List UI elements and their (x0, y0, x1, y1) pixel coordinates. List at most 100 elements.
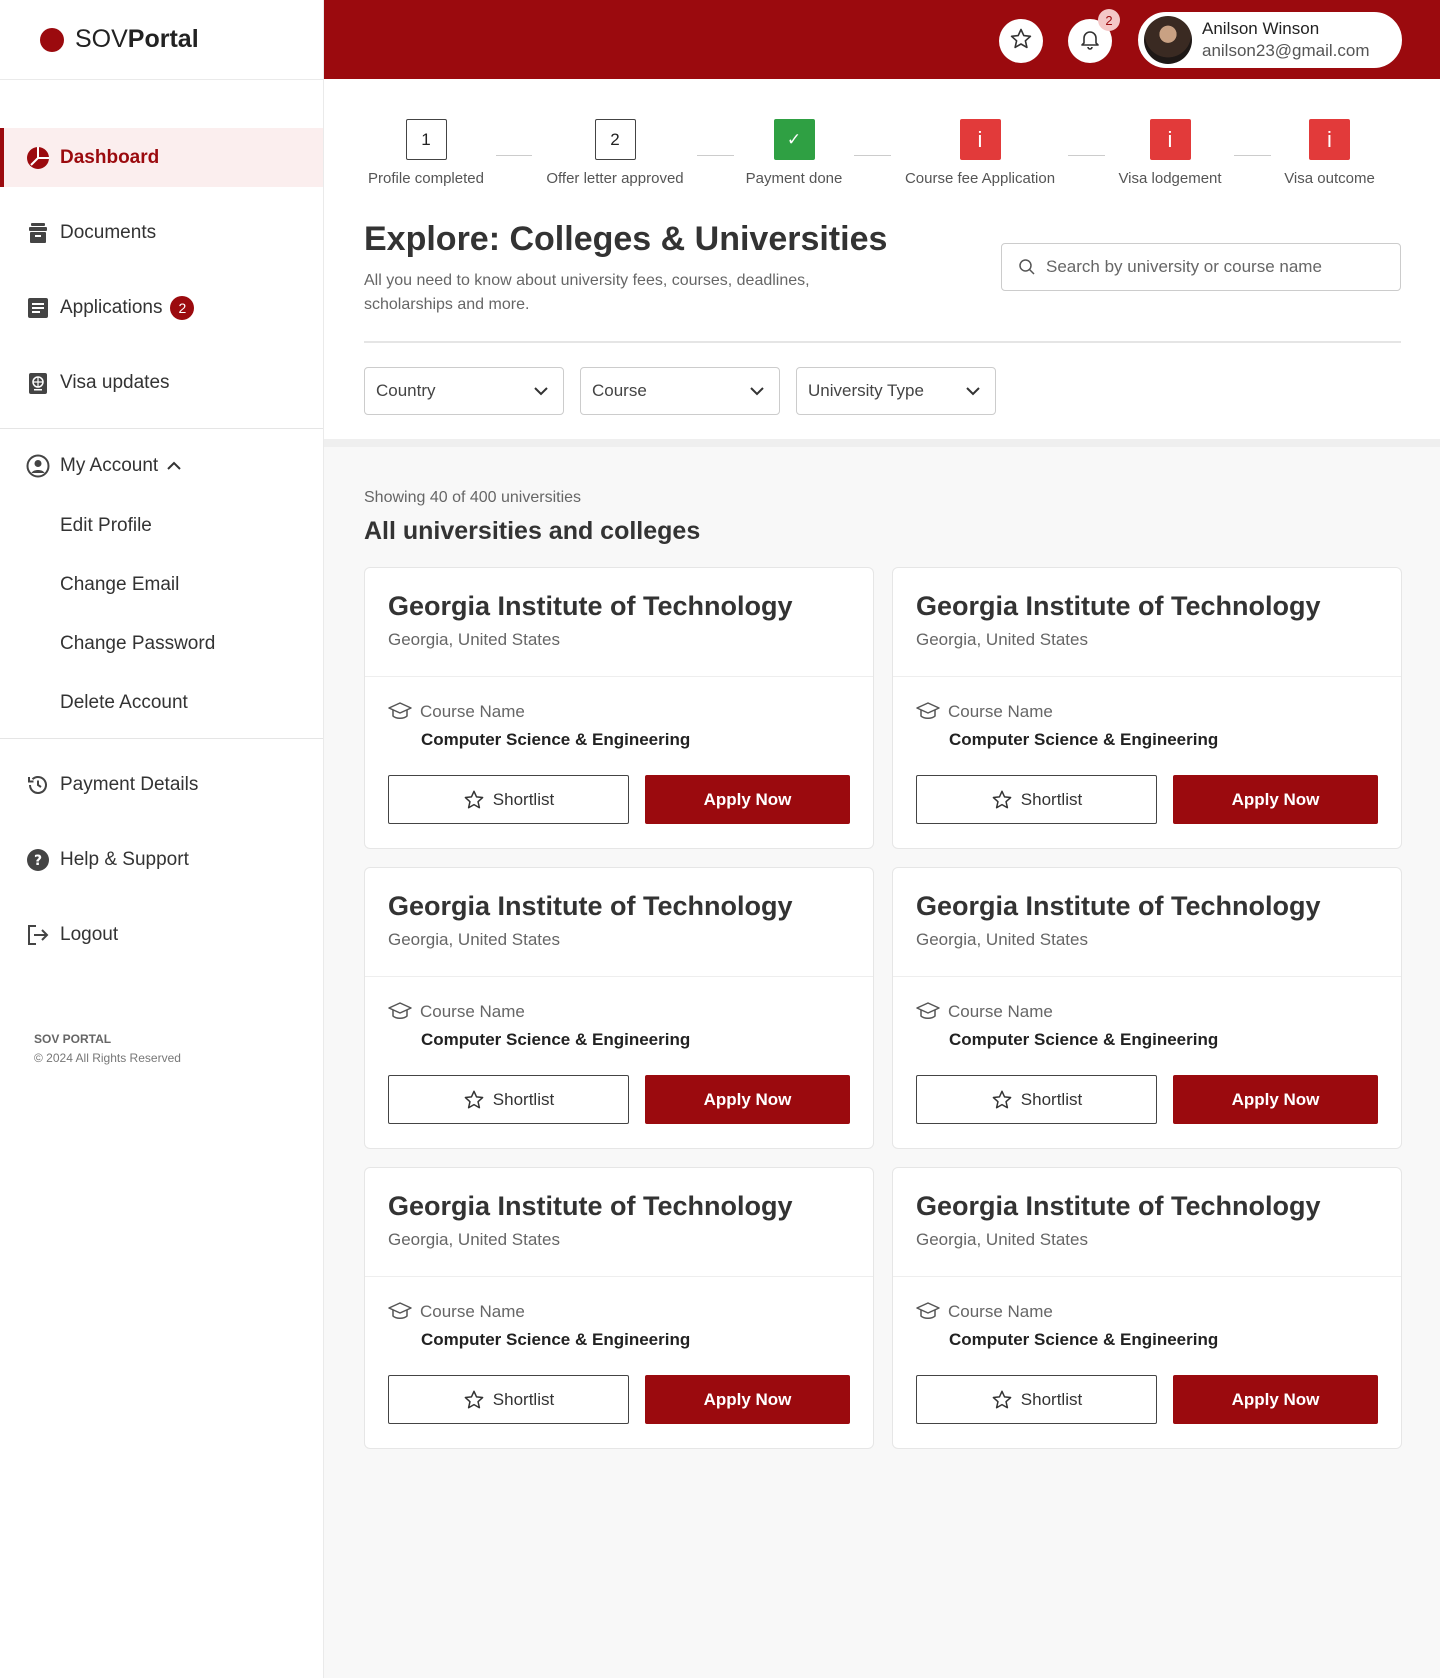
shortlist-button[interactable]: Shortlist (388, 1075, 629, 1124)
sidebar-item-label: Help & Support (60, 849, 189, 870)
shortlist-button[interactable]: Shortlist (916, 1375, 1157, 1424)
star-icon (991, 789, 1013, 811)
info-alert-icon: i (1149, 119, 1191, 160)
course-label-text: Course Name (420, 702, 525, 721)
step-label: Course fee Application (904, 170, 1056, 187)
logo[interactable]: SOV Portal (0, 0, 323, 80)
sidebar-sub-change-email[interactable]: Change Email (0, 555, 323, 614)
sidebar-item-label: Payment Details (60, 774, 199, 795)
sidebar-item-dashboard[interactable]: Dashboard (0, 128, 323, 187)
sidebar-item-payment-details[interactable]: Payment Details (0, 755, 323, 815)
university-name[interactable]: Georgia Institute of Technology (388, 591, 793, 622)
university-name[interactable]: Georgia Institute of Technology (916, 591, 1321, 622)
apply-now-button[interactable]: Apply Now (1173, 1075, 1378, 1124)
apply-now-button[interactable]: Apply Now (645, 1375, 850, 1424)
logo-prefix: SOV (75, 25, 128, 53)
notifications-button[interactable]: 2 (1068, 9, 1120, 63)
sidebar-item-documents[interactable]: Documents (0, 203, 323, 263)
results-count: Showing 40 of 400 universities (364, 489, 582, 506)
apply-now-button[interactable]: Apply Now (1173, 1375, 1378, 1424)
sidebar-divider (0, 738, 323, 739)
page-subtitle: All you need to know about university fe… (364, 272, 810, 313)
step-connector (697, 155, 734, 156)
star-icon (463, 1089, 485, 1111)
sidebar-sub-edit-profile[interactable]: Edit Profile (0, 496, 323, 555)
search-icon (1018, 258, 1036, 276)
course-label-text: Course Name (420, 1002, 525, 1021)
step-profile-completed: 1 Profile completed (364, 119, 488, 187)
university-name[interactable]: Georgia Institute of Technology (388, 1191, 793, 1222)
apply-now-button[interactable]: Apply Now (645, 775, 850, 824)
avatar (1144, 16, 1192, 64)
university-type-filter-select[interactable]: University Type (796, 367, 996, 415)
section-band (324, 439, 1440, 447)
university-name[interactable]: Georgia Institute of Technology (388, 891, 793, 922)
university-card: Georgia Institute of Technology Georgia, … (364, 867, 874, 1149)
search-input[interactable]: Search by university or course name (1001, 243, 1401, 291)
sidebar-item-label: Documents (60, 222, 157, 243)
card-divider (365, 676, 873, 677)
apply-now-button[interactable]: Apply Now (645, 1075, 850, 1124)
listing-title: All universities and colleges (364, 517, 701, 545)
graduation-cap-icon (388, 1301, 412, 1323)
user-email: anilson23@gmail.com (1202, 41, 1370, 60)
course-name: Computer Science & Engineering (421, 1030, 691, 1049)
university-name[interactable]: Georgia Institute of Technology (916, 1191, 1321, 1222)
step-payment-done: ✓ Payment done (741, 119, 847, 187)
course-label: Course Name (916, 701, 1053, 723)
main-nav: Dashboard Documents Applications 2 Visa … (0, 128, 323, 413)
logo-mark-icon (40, 27, 64, 52)
shortlist-label: Shortlist (492, 1089, 555, 1109)
star-icon (463, 789, 485, 811)
user-profile-menu[interactable]: Anilson Winson anilson23@gmail.com (1138, 12, 1402, 68)
step-visa-outcome: i Visa outcome (1279, 119, 1380, 187)
sidebar-item-logout[interactable]: Logout (0, 905, 323, 965)
sidebar-sub-delete-account[interactable]: Delete Account (0, 673, 323, 732)
university-card: Georgia Institute of Technology Georgia, … (892, 867, 1402, 1149)
country-filter-select[interactable]: Country (364, 367, 564, 415)
card-divider (893, 1276, 1401, 1277)
chevron-up-icon[interactable] (166, 455, 182, 477)
page-title: Explore: Colleges & Universities (364, 220, 888, 258)
sidebar-item-help-support[interactable]: ? Help & Support (0, 830, 323, 890)
archive-icon (26, 221, 50, 245)
chevron-down-icon (533, 381, 549, 401)
shortlist-button[interactable]: Shortlist (916, 775, 1157, 824)
passport-icon (26, 371, 50, 395)
sidebar-item-applications[interactable]: Applications 2 (0, 278, 323, 338)
sidebar-item-my-account[interactable]: My Account (0, 436, 323, 496)
search-placeholder: Search by university or course name (1046, 257, 1322, 276)
course-label: Course Name (388, 701, 525, 723)
history-icon (26, 773, 50, 797)
university-location: Georgia, United States (388, 1230, 560, 1249)
course-label: Course Name (916, 1001, 1053, 1023)
sidebar-sub-change-password[interactable]: Change Password (0, 614, 323, 673)
course-label-text: Course Name (948, 1002, 1053, 1021)
footer-copyright: © 2024 All Rights Reserved (34, 1051, 181, 1065)
star-icon (991, 1389, 1013, 1411)
favorites-button[interactable] (999, 19, 1043, 63)
dropdown-label: Course (592, 381, 647, 400)
logo-suffix: Portal (127, 25, 199, 53)
account-nav: My Account Edit Profile Change Email Cha… (0, 436, 323, 732)
course-label-text: Course Name (420, 1302, 525, 1321)
shortlist-label: Shortlist (492, 1389, 555, 1409)
sidebar-item-visa-updates[interactable]: Visa updates (0, 353, 323, 413)
card-divider (365, 1276, 873, 1277)
shortlist-button[interactable]: Shortlist (388, 775, 629, 824)
shortlist-button[interactable]: Shortlist (916, 1075, 1157, 1124)
university-name[interactable]: Georgia Institute of Technology (916, 891, 1321, 922)
list-icon (26, 296, 50, 320)
shortlist-button[interactable]: Shortlist (388, 1375, 629, 1424)
card-divider (365, 976, 873, 977)
university-location: Georgia, United States (916, 930, 1088, 949)
help-icon: ? (26, 848, 50, 872)
course-name: Computer Science & Engineering (949, 1330, 1219, 1349)
chevron-down-icon (749, 381, 765, 401)
course-label-text: Course Name (948, 702, 1053, 721)
apply-now-button[interactable]: Apply Now (1173, 775, 1378, 824)
step-connector (1068, 155, 1105, 156)
shortlist-label: Shortlist (492, 789, 555, 809)
course-filter-select[interactable]: Course (580, 367, 780, 415)
card-divider (893, 676, 1401, 677)
